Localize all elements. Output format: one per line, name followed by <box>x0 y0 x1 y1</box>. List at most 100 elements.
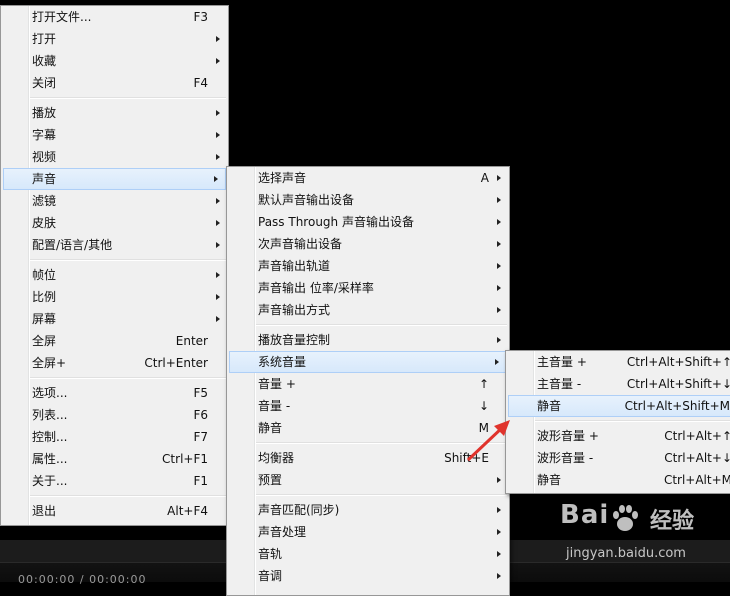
menu-item-shortcut: ↓ <box>478 399 489 413</box>
menu-item-label: 音量 - <box>258 399 291 413</box>
menu-item-label: 控制... <box>32 430 68 444</box>
menu-item[interactable]: 选择声音 A <box>227 167 509 189</box>
menu-item-label: 波形音量 - <box>537 451 594 465</box>
menu-item[interactable]: 静音 Ctrl+Alt+M <box>506 469 730 491</box>
submenu-arrow-icon <box>497 337 501 343</box>
submenu-arrow-icon <box>497 175 501 181</box>
submenu-arrow-icon <box>214 176 218 182</box>
menu-item-shortcut: Ctrl+Alt+↓ <box>664 451 730 465</box>
menu-item[interactable]: 屏幕 <box>1 308 228 330</box>
menu-item[interactable]: 打开文件... F3 <box>1 6 228 28</box>
menu-item[interactable]: 声音输出轨道 <box>227 255 509 277</box>
menu-item[interactable]: 帧位 <box>1 264 228 286</box>
menu-item[interactable]: 播放 <box>1 102 228 124</box>
menu-item-label: 全屏 <box>32 334 57 348</box>
menu-item-label: 播放 <box>32 106 57 120</box>
menu-item-label: 选择声音 <box>258 171 307 185</box>
menu-item-label: 视频 <box>32 150 57 164</box>
submenu-arrow-icon <box>497 263 501 269</box>
watermark-logo-text: Bai <box>560 500 610 530</box>
menu-item-label: 声音匹配(同步) <box>258 503 340 517</box>
submenu-arrow-icon <box>216 198 220 204</box>
sound-submenu: 选择声音 A 默认声音输出设备 Pass Through 声音输出设备 次声音输出设备声… <box>226 166 510 596</box>
menu-item[interactable]: 打开 <box>1 28 228 50</box>
menu-item[interactable]: 声音匹配(同步) <box>227 499 509 521</box>
menu-item-label: 收藏 <box>32 54 57 68</box>
menu-item-label: 主音量 + <box>537 355 587 369</box>
menu-item-label: 皮肤 <box>32 216 57 230</box>
menu-item[interactable]: 关闭 F4 <box>1 72 228 94</box>
menu-item[interactable]: 滤镜 <box>1 190 228 212</box>
menu-item[interactable]: 音量 - ↓ <box>227 395 509 417</box>
submenu-arrow-icon <box>216 242 220 248</box>
menu-item[interactable]: 主音量 - Ctrl+Alt+Shift+↓ <box>506 373 730 395</box>
menu-item[interactable]: 声音处理 <box>227 521 509 543</box>
menu-item-label: 静音 <box>537 399 562 413</box>
submenu-arrow-icon <box>497 551 501 557</box>
menu-item[interactable]: 波形音量 + Ctrl+Alt+↑ <box>506 425 730 447</box>
menu-item[interactable]: 全屏+ Ctrl+Enter <box>1 352 228 374</box>
menu-item[interactable]: 系统音量 <box>229 351 507 373</box>
menu-item-label: 打开文件... <box>32 10 92 24</box>
submenu-arrow-icon <box>497 573 501 579</box>
menu-item-label: 声音输出 位率/采样率 <box>258 281 374 295</box>
menu-item[interactable]: 收藏 <box>1 50 228 72</box>
menu-item[interactable]: 默认声音输出设备 <box>227 189 509 211</box>
menu-item-label: 音量 + <box>258 377 296 391</box>
submenu-arrow-icon <box>497 241 501 247</box>
menu-item[interactable]: 属性... Ctrl+F1 <box>1 448 228 470</box>
menu-item-shortcut: F3 <box>193 10 208 24</box>
menu-item-shortcut: Enter <box>175 334 208 348</box>
menu-item-label: 退出 <box>32 504 57 518</box>
submenu-arrow-icon <box>497 197 501 203</box>
menu-item-shortcut: F5 <box>193 386 208 400</box>
menu-item[interactable]: 控制... F7 <box>1 426 228 448</box>
menu-item-label: 关闭 <box>32 76 57 90</box>
menu-item[interactable]: 关于... F1 <box>1 470 228 492</box>
menu-item[interactable]: 退出 Alt+F4 <box>1 500 228 522</box>
menu-item[interactable]: 音量 + ↑ <box>227 373 509 395</box>
menu-item[interactable]: Pass Through 声音输出设备 <box>227 211 509 233</box>
menu-item-shortcut: Ctrl+Alt+M <box>663 473 730 487</box>
menu-item[interactable]: 音调 <box>227 565 509 587</box>
menu-item[interactable]: 选项... F5 <box>1 382 228 404</box>
system-volume-submenu: 主音量 + Ctrl+Alt+Shift+↑ 主音量 - Ctrl+Alt+Shift… <box>505 350 730 494</box>
menu-item[interactable]: 声音 <box>3 168 226 190</box>
menu-item[interactable]: 字幕 <box>1 124 228 146</box>
menu-item[interactable]: 比例 <box>1 286 228 308</box>
menu-item-shortcut: Ctrl+Alt+Shift+M <box>624 399 730 413</box>
submenu-arrow-icon <box>216 220 220 226</box>
submenu-arrow-icon <box>216 154 220 160</box>
menu-item-label: 声音输出轨道 <box>258 259 331 273</box>
menu-item[interactable]: 皮肤 <box>1 212 228 234</box>
menu-item-label: 滤镜 <box>32 194 57 208</box>
menu-item[interactable]: 预置 <box>227 469 509 491</box>
menu-item[interactable]: 主音量 + Ctrl+Alt+Shift+↑ <box>506 351 730 373</box>
submenu-arrow-icon <box>495 359 499 365</box>
menu-item[interactable]: 声音输出 位率/采样率 <box>227 277 509 299</box>
menu-separator <box>535 420 730 422</box>
menu-item-label: 系统音量 <box>258 355 307 369</box>
menu-item[interactable]: 视频 <box>1 146 228 168</box>
menu-separator <box>30 97 226 99</box>
menu-item-label: 次声音输出设备 <box>258 237 343 251</box>
menu-item[interactable]: 声音输出方式 <box>227 299 509 321</box>
menu-item[interactable]: 配置/语言/其他 <box>1 234 228 256</box>
menu-item[interactable]: 列表... F6 <box>1 404 228 426</box>
menu-item-label: 字幕 <box>32 128 57 142</box>
menu-item-label: 主音量 - <box>537 377 582 391</box>
submenu-arrow-icon <box>497 507 501 513</box>
menu-item-label: Pass Through 声音输出设备 <box>258 215 414 229</box>
menu-item-shortcut: Alt+F4 <box>167 504 208 518</box>
menu-item[interactable]: 次声音输出设备 <box>227 233 509 255</box>
menu-item[interactable]: 波形音量 - Ctrl+Alt+↓ <box>506 447 730 469</box>
menu-item[interactable]: 静音 Ctrl+Alt+Shift+M <box>508 395 730 417</box>
menu-item[interactable]: 播放音量控制 <box>227 329 509 351</box>
menu-item[interactable]: 音轨 <box>227 543 509 565</box>
submenu-arrow-icon <box>216 58 220 64</box>
menu-item-label: 音调 <box>258 569 283 583</box>
baidu-watermark: Bai 经验 jingyan.baidu.com <box>560 500 730 570</box>
menu-item-label: 默认声音输出设备 <box>258 193 355 207</box>
menu-item-label: 静音 <box>258 421 283 435</box>
menu-item[interactable]: 全屏 Enter <box>1 330 228 352</box>
